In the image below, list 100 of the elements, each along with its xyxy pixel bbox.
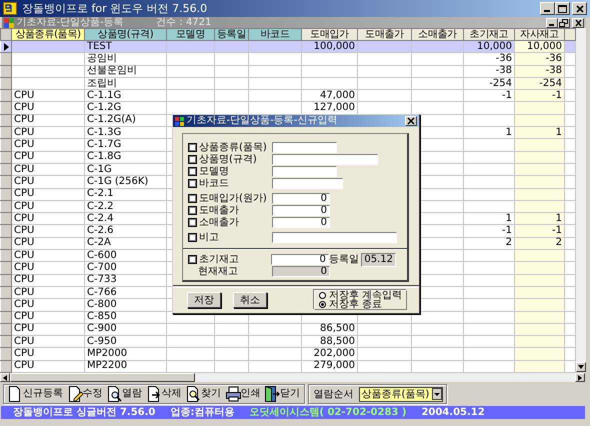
table-cell: TEST [84, 40, 166, 53]
down-arrow-icon [578, 365, 584, 369]
table-cell: C-2.1 [84, 188, 166, 200]
close-button[interactable] [572, 2, 587, 15]
toolbar-button[interactable]: 열람 [106, 386, 143, 403]
header-filler [564, 28, 576, 40]
table-cell: CPU [12, 151, 84, 164]
scroll-left-button[interactable] [0, 373, 10, 382]
table-row[interactable]: 조립비 -254 -254 [0, 77, 576, 90]
table-cell: 10,000 [514, 40, 564, 53]
table-row[interactable]: CPU MP2000 202,000 [0, 348, 576, 360]
table-cell: C-1.1G [84, 90, 166, 102]
toolbar-button[interactable]: 인쇄 [224, 386, 262, 403]
table-row[interactable]: CPU C-900 86,500 [0, 323, 576, 336]
vertical-scrollbar[interactable] [576, 28, 586, 372]
table-cell: CPU [12, 237, 84, 250]
toolbar-button[interactable]: 닫기 [264, 386, 301, 403]
checkbox[interactable] [188, 206, 197, 215]
dialog-title: 기초자료-단일상품-등록-신규입력 [186, 115, 338, 127]
checkbox[interactable] [188, 218, 197, 227]
table-cell: 202,000 [302, 348, 358, 360]
table-cell: C-600 [84, 250, 166, 262]
table-cell: C-850 [84, 311, 166, 324]
table-cell: C-900 [84, 323, 166, 336]
table-cell: 1 [464, 212, 514, 225]
field-label: 비고 [199, 232, 219, 243]
sort-dropdown[interactable]: 상품종류(품목) [358, 386, 443, 402]
table-cell: CPU [12, 336, 84, 348]
table-cell: CPU [12, 323, 84, 336]
table-cell: C-700 [84, 262, 166, 274]
field-label: 상품종류(품목) [199, 142, 267, 153]
table-cell: -1 [514, 224, 564, 238]
toolbar-button[interactable]: 신규등록 [7, 386, 64, 403]
table-row[interactable]: 공임비 -36 -36 [0, 52, 576, 66]
table-cell: CPU [12, 250, 84, 262]
table-cell: CPU [12, 114, 84, 127]
app-icon [175, 116, 184, 126]
close-button[interactable] [572, 18, 584, 28]
table-row[interactable]: CPU C-1.1G 47,000 -1 -1 [0, 90, 576, 102]
input-field[interactable] [272, 178, 343, 189]
column-header[interactable]: 바코드 [248, 28, 302, 40]
field-label: 모델명 [199, 166, 229, 177]
input-field[interactable] [272, 142, 337, 153]
table-cell: CPU [12, 224, 84, 238]
table-cell: 2 [464, 237, 514, 250]
column-header[interactable]: 초기재고 [464, 28, 514, 40]
checkbox[interactable] [188, 255, 197, 264]
table-cell: 100,000 [302, 40, 358, 53]
column-header[interactable]: 도매입가 [302, 28, 358, 40]
input-field[interactable] [272, 232, 397, 243]
document-magnifier-icon [186, 386, 201, 402]
minimize-button[interactable] [546, 18, 558, 28]
field-label: 소매출가 [199, 217, 239, 228]
printer-icon [226, 386, 240, 402]
close-button[interactable] [405, 116, 417, 126]
checkbox[interactable] [188, 179, 197, 188]
table-row[interactable]: TEST 100,000 10,000 10,000 [0, 40, 576, 53]
checkbox[interactable] [188, 233, 197, 242]
header-corner [0, 28, 12, 40]
table-row[interactable]: 선불운임비 -38 -38 [0, 65, 576, 78]
input-field[interactable] [272, 154, 378, 165]
column-header[interactable]: 등록일 [214, 28, 248, 40]
table-cell: CPU [12, 163, 84, 176]
table-cell: 86,500 [302, 323, 358, 336]
minimize-button[interactable] [540, 2, 554, 15]
column-header[interactable]: 소매출가 [412, 28, 464, 40]
radio-button[interactable] [318, 301, 326, 308]
table-cell: C-2A [84, 237, 166, 250]
record-count: 건수 : 4721 [156, 17, 212, 28]
table-row[interactable]: CPU C-950 88,500 [0, 336, 576, 348]
dialog-button[interactable]: 저장 [187, 292, 221, 308]
checkbox[interactable] [188, 167, 197, 176]
column-header[interactable]: 상품종류(품목) [12, 28, 84, 40]
column-header[interactable]: 상품명(규격) [84, 28, 166, 40]
row-selector[interactable] [0, 40, 12, 53]
toolbar-button[interactable]: 수정 [66, 386, 104, 403]
maximize-button[interactable] [554, 2, 570, 15]
column-header[interactable]: 모델명 [166, 28, 214, 40]
status-text: 오딧세이시스템( 02-702-0283 ) [249, 406, 406, 420]
table-cell: CPU [12, 102, 84, 114]
checkbox[interactable] [188, 143, 197, 152]
table-cell: -254 [464, 77, 514, 90]
horizontal-scrollbar[interactable] [0, 373, 585, 382]
column-header[interactable]: 자사재고 [514, 28, 564, 40]
checkbox[interactable] [188, 194, 197, 203]
table-cell: C-766 [84, 286, 166, 299]
toolbar-button[interactable]: 찾기 [185, 386, 222, 403]
dialog-button[interactable]: 취소 [233, 292, 267, 308]
table-cell: C-1.2G(A) [84, 114, 166, 127]
checkbox[interactable] [188, 155, 197, 164]
scroll-thumb[interactable] [10, 373, 195, 382]
field-label: 도매입가(원가) [199, 193, 267, 204]
input-field[interactable] [272, 166, 337, 177]
toolbar-button[interactable]: 삭제 [146, 386, 182, 403]
table-cell: -36 [464, 52, 514, 66]
scroll-down-button[interactable] [576, 362, 586, 372]
column-header[interactable]: 도매출가 [358, 28, 412, 40]
radio-button[interactable] [318, 292, 326, 299]
restore-button[interactable] [558, 18, 570, 28]
scroll-right-button[interactable] [575, 373, 585, 382]
